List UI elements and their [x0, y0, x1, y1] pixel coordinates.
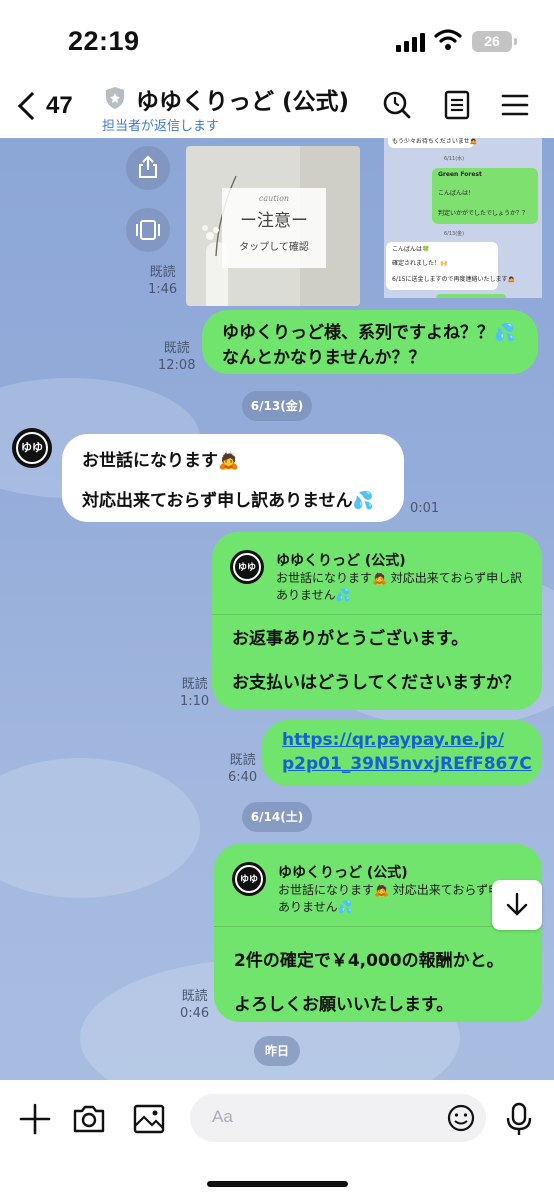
signal-icon	[396, 32, 426, 52]
status-time: 22:19	[68, 26, 140, 56]
chat-area[interactable]: caution ー注意ー タップして確認 既読 1:46 もう少々お待ちください…	[0, 138, 554, 1080]
share-button[interactable]	[126, 146, 170, 190]
caution-sub-text: タップして確認	[239, 242, 309, 253]
read-receipt: 既読 6:40	[228, 753, 258, 785]
notes-icon[interactable]	[442, 90, 472, 120]
caution-main-text: ー注意ー	[240, 211, 308, 231]
microphone-icon[interactable]	[502, 1102, 536, 1136]
sent-link-bubble[interactable]: https://qr.paypay.ne.jp/ p2p01_39N5nvxjR…	[262, 720, 542, 786]
unread-count: 47	[46, 92, 73, 119]
menu-icon[interactable]	[500, 90, 530, 120]
reply-avatar: ゆゆ	[230, 550, 264, 584]
reply-quote: お世話になります🙇 対応出来ておらず申し訳 ありません💦	[278, 883, 525, 914]
reply-sender-name: ゆゆくりっど (公式)	[278, 865, 408, 881]
read-receipt: 既読 0:46	[180, 989, 210, 1021]
message-placeholder: Aa	[212, 1107, 233, 1126]
arrow-down-icon	[506, 892, 528, 916]
sent-message-bubble[interactable]: ゆゆくりっど様、系列ですよね？？💦 なんとかなりませんか？？	[202, 310, 538, 374]
reply-sender-name: ゆゆくりっど (公式)	[276, 553, 406, 569]
chat-header: 47 ゆゆくりっど (公式) 担当者が返信します	[0, 80, 554, 138]
paypay-link[interactable]: https://qr.paypay.ne.jp/ p2p01_39N5nvxjR…	[282, 728, 532, 776]
received-message-bubble[interactable]: お世話になります🙇 対応出来ておらず申し訳ありません💦	[62, 434, 404, 522]
search-icon[interactable]	[382, 90, 412, 120]
date-separator: 6/13(金)	[242, 391, 312, 421]
scroll-to-bottom-button[interactable]	[492, 880, 542, 930]
message-time: 0:01	[410, 501, 440, 516]
emoji-icon[interactable]	[446, 1103, 476, 1133]
keep-button[interactable]	[126, 208, 170, 252]
wifi-icon	[434, 29, 462, 50]
background-cloud	[0, 758, 200, 898]
reply-quote: お世話になります🙇 対応出来ておらず申し訳 ありません💦	[276, 571, 523, 602]
battery-indicator: 26	[472, 31, 517, 52]
reply-avatar: ゆゆ	[232, 862, 266, 896]
back-button[interactable]: 47	[16, 88, 86, 128]
back-chevron-icon	[17, 91, 47, 121]
caution-card: caution ー注意ー タップして確認	[222, 188, 326, 268]
status-bar: 22:19 26	[0, 0, 554, 80]
reply-separator	[212, 614, 542, 615]
camera-icon[interactable]	[72, 1102, 106, 1136]
avatar[interactable]: ゆゆ	[12, 428, 52, 468]
chat-subtitle: 担当者が返信します	[102, 119, 220, 134]
screenshot-image-message[interactable]: もう少々お待ちくださいませ🙇 6/11(水) Green Forest こんばん…	[384, 138, 542, 298]
sent-reply-bubble[interactable]: ゆゆ ゆゆくりっど (公式) お世話になります🙇 対応出来ておらず申し訳 ありま…	[212, 532, 542, 710]
shield-icon	[106, 87, 124, 109]
plus-icon[interactable]	[18, 1102, 52, 1136]
image-icon[interactable]	[132, 1102, 166, 1136]
read-receipt: 既読 1:10	[180, 677, 210, 709]
message-input[interactable]: Aa	[190, 1094, 486, 1142]
home-indicator	[207, 1181, 348, 1187]
image-message[interactable]: caution ー注意ー タップして確認	[186, 146, 360, 306]
date-separator: 昨日	[254, 1036, 300, 1066]
read-receipt: 既読 12:08	[158, 341, 196, 373]
share-icon	[139, 155, 157, 178]
date-separator: 6/14(土)	[242, 802, 312, 832]
chat-title[interactable]: ゆゆくりっど (公式)	[136, 82, 349, 116]
read-receipt: 既読 1:46	[148, 265, 178, 297]
sent-reply-bubble[interactable]: ゆゆ ゆゆくりっど (公式) お世話になります🙇 対応出来ておらず申し訳 ありま…	[214, 844, 542, 1022]
keep-icon	[136, 220, 160, 240]
